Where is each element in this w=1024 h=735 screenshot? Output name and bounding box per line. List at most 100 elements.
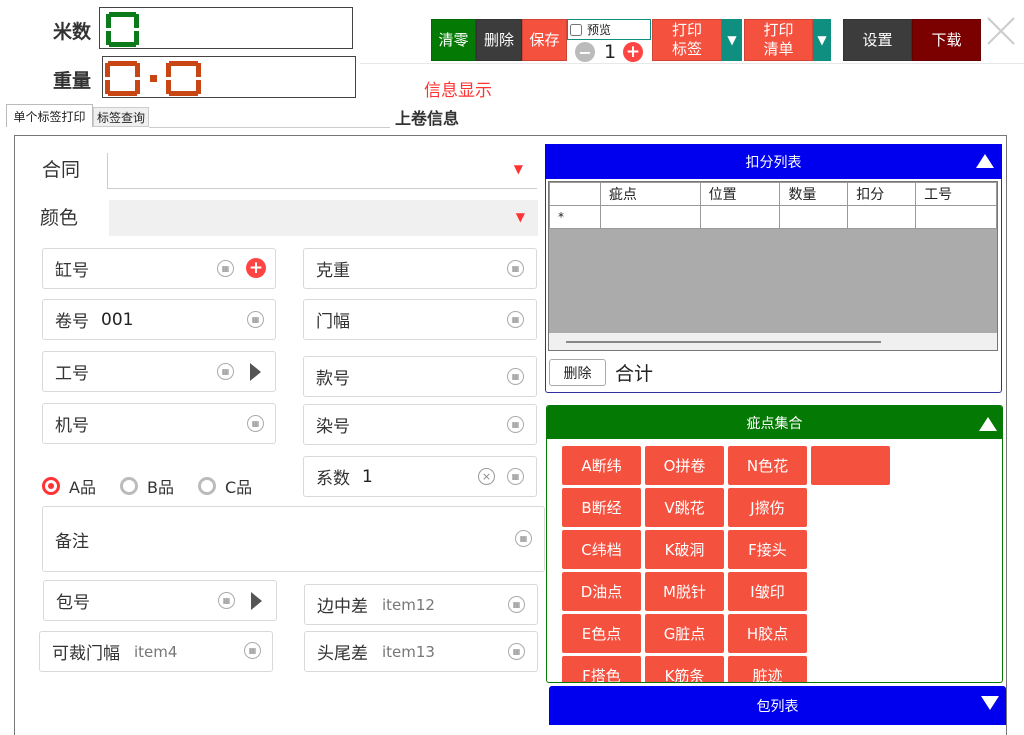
defect-button[interactable]: K破洞 <box>645 530 724 569</box>
new-row-marker: * <box>549 205 601 229</box>
preview-group: 预览 <box>567 19 651 40</box>
headtail-field[interactable]: 头尾差 item13 <box>304 631 538 672</box>
copies-plus-button[interactable]: + <box>623 42 643 62</box>
pack-field[interactable]: 包号 <box>43 580 277 621</box>
print-list-button[interactable]: 打印 清单 <box>744 19 813 61</box>
download-button[interactable]: 下载 <box>912 19 981 61</box>
defect-button[interactable]: V跳花 <box>645 488 724 527</box>
table-cell[interactable] <box>699 205 781 229</box>
defect-button[interactable]: E色点 <box>562 614 641 653</box>
print-label-dropdown[interactable]: ▼ <box>722 19 742 61</box>
grade-b-radio[interactable]: B品 <box>120 474 174 498</box>
clear-icon[interactable]: × <box>478 468 495 485</box>
keyboard-icon[interactable]: ▦ <box>507 260 524 277</box>
keyboard-icon[interactable]: ▦ <box>515 530 532 547</box>
defect-button[interactable]: O拼卷 <box>645 446 724 485</box>
vat-field[interactable]: 缸号 <box>42 248 276 289</box>
keyboard-icon[interactable]: ▦ <box>507 311 524 328</box>
cut-width-field[interactable]: 可裁门幅 item4 <box>39 631 273 672</box>
contract-label: 合同 <box>42 159 81 181</box>
collapse-icon[interactable] <box>976 154 994 168</box>
clear-button[interactable]: 清零 <box>431 19 476 61</box>
defect-button[interactable]: F接头 <box>728 530 807 569</box>
package-panel-title: 包列表 <box>756 698 799 715</box>
table-cell[interactable] <box>847 205 917 229</box>
add-vat-button[interactable]: + <box>246 258 266 278</box>
table-cell[interactable] <box>915 205 997 229</box>
package-panel-header[interactable]: 包列表 <box>549 686 1006 725</box>
defect-button[interactable]: 脏迹 <box>728 656 807 682</box>
coef-field[interactable]: 系数 1 <box>303 456 537 497</box>
defect-button[interactable]: A断纬 <box>562 446 641 485</box>
defect-panel-header[interactable]: 疵点集合 <box>547 406 1002 439</box>
play-arrow-icon[interactable] <box>251 592 262 610</box>
table-cell[interactable] <box>599 205 701 229</box>
grade-c-radio[interactable]: C品 <box>198 474 252 498</box>
deduction-table: 疵点 位置 数量 扣分 工号 * <box>549 182 997 229</box>
copies-value[interactable]: 1 <box>604 41 616 63</box>
column-header: 数量 <box>779 182 849 206</box>
keyboard-icon[interactable]: ▦ <box>217 260 234 277</box>
edge-field[interactable]: 边中差 item12 <box>304 584 538 625</box>
meter-digits <box>106 12 139 47</box>
tab-label-query[interactable]: 标签查询 <box>93 107 149 127</box>
keyboard-icon[interactable]: ▦ <box>508 596 525 613</box>
defect-button[interactable]: F搭色 <box>562 656 641 682</box>
keyboard-icon[interactable]: ▦ <box>244 642 261 659</box>
print-list-dropdown[interactable]: ▼ <box>813 19 831 61</box>
print-label-button[interactable]: 打印 标签 <box>652 19 722 61</box>
keyboard-icon[interactable]: ▦ <box>247 415 264 432</box>
keyboard-icon[interactable]: ▦ <box>507 416 524 433</box>
contract-select[interactable]: ▼ <box>107 153 537 189</box>
grade-b-label: B品 <box>147 478 174 497</box>
style-label: 款号 <box>316 369 350 389</box>
tab-single-print[interactable]: 单个标签打印 <box>6 104 93 127</box>
roll-field[interactable]: 卷号 001 <box>42 299 276 340</box>
deduction-panel-header[interactable]: 扣分列表 <box>545 144 1002 179</box>
defect-button[interactable]: J擦伤 <box>728 488 807 527</box>
gram-field[interactable]: 克重 <box>303 248 537 289</box>
defect-button[interactable]: K筋条 <box>645 656 724 682</box>
close-icon[interactable] <box>985 15 1017 47</box>
color-select[interactable]: ▼ <box>109 200 538 236</box>
dye-field[interactable]: 染号 <box>303 404 537 445</box>
defect-button[interactable]: G脏点 <box>645 614 724 653</box>
width-field[interactable]: 门幅 <box>303 299 537 340</box>
save-button[interactable]: 保存 <box>522 19 567 61</box>
grade-a-radio[interactable]: A品 <box>42 474 96 498</box>
copies-minus-button[interactable]: − <box>575 42 595 62</box>
defect-button[interactable]: M脱针 <box>645 572 724 611</box>
style-field[interactable]: 款号 <box>303 356 537 397</box>
defect-button[interactable]: B断经 <box>562 488 641 527</box>
keyboard-icon[interactable]: ▦ <box>507 468 524 485</box>
preview-checkbox[interactable] <box>570 23 582 36</box>
keyboard-icon[interactable]: ▦ <box>507 368 524 385</box>
remark-field[interactable]: 备注 <box>42 506 545 572</box>
play-arrow-icon[interactable] <box>250 363 261 381</box>
table-row[interactable]: * <box>549 205 997 229</box>
keyboard-icon[interactable]: ▦ <box>247 311 264 328</box>
defect-button[interactable]: D油点 <box>562 572 641 611</box>
worker-field[interactable]: 工号 <box>42 351 276 392</box>
table-header-row: 疵点 位置 数量 扣分 工号 <box>549 182 997 206</box>
settings-button[interactable]: 设置 <box>843 19 912 61</box>
delete-button[interactable]: 删除 <box>476 19 522 61</box>
radio-checked-icon <box>42 477 60 495</box>
roll-label: 卷号 <box>55 312 89 332</box>
defect-button[interactable]: I皱印 <box>728 572 807 611</box>
table-cell[interactable] <box>779 205 849 229</box>
keyboard-icon[interactable]: ▦ <box>218 592 235 609</box>
defect-button[interactable]: H胶点 <box>728 614 807 653</box>
scrollbar-thumb[interactable] <box>566 341 881 343</box>
horizontal-scrollbar[interactable] <box>549 333 997 350</box>
defect-button[interactable] <box>811 446 890 485</box>
deduction-delete-button[interactable]: 删除 <box>549 359 606 386</box>
expand-icon[interactable] <box>981 696 999 710</box>
defect-button[interactable]: N色花 <box>728 446 807 485</box>
defect-button[interactable]: C纬档 <box>562 530 641 569</box>
keyboard-icon[interactable]: ▦ <box>217 363 234 380</box>
machine-field[interactable]: 机号 <box>42 403 276 444</box>
collapse-icon[interactable] <box>979 417 997 431</box>
column-header: 位置 <box>699 182 781 206</box>
keyboard-icon[interactable]: ▦ <box>508 643 525 660</box>
